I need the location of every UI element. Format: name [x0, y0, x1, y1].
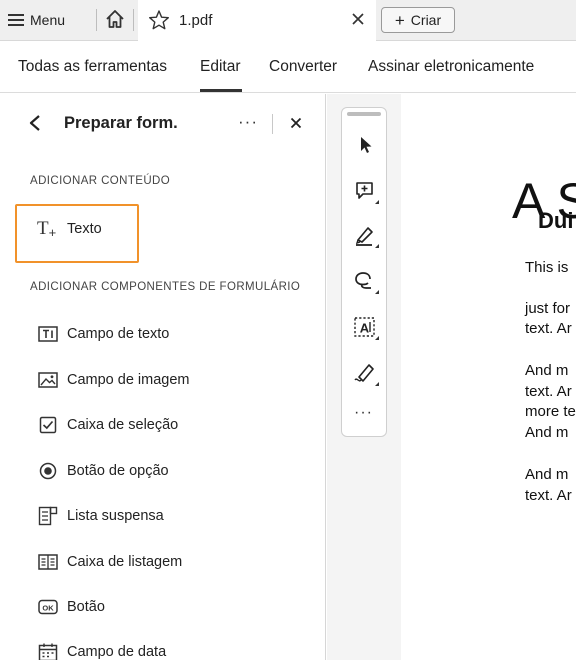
image-field-label: Campo de imagem [67, 372, 190, 388]
add-text-icon: T+ [37, 218, 57, 240]
panel-title: Preparar form. [64, 114, 178, 132]
text-field-label: Campo de texto [67, 326, 170, 342]
document-text-line: And m [525, 424, 569, 441]
active-tab-indicator [200, 89, 242, 92]
select-cursor-icon[interactable] [352, 132, 378, 158]
nav-all-tools[interactable]: Todas as ferramentas [18, 58, 167, 76]
text-recognition-icon[interactable]: A [352, 314, 379, 340]
text-field-icon [38, 324, 58, 344]
button-tool[interactable]: OK Botão [38, 595, 105, 619]
star-icon[interactable] [148, 9, 170, 31]
date-field-label: Campo de data [67, 644, 167, 660]
document-text-line: more te [525, 403, 576, 420]
svg-text:OK: OK [42, 603, 54, 612]
submenu-indicator [375, 336, 379, 340]
radio-button-tool[interactable]: Botão de opção [38, 459, 169, 483]
dropdown-list-icon [38, 506, 58, 526]
add-text-label: Texto [67, 221, 102, 237]
list-box-tool[interactable]: Caixa de listagem [38, 550, 182, 574]
draw-lasso-icon[interactable] [352, 268, 379, 294]
more-options-icon[interactable]: ··· [238, 112, 258, 132]
toolbar-drag-handle[interactable] [347, 112, 381, 116]
image-field-icon [38, 370, 58, 390]
radio-button-label: Botão de opção [67, 463, 169, 479]
close-icon[interactable] [290, 116, 302, 129]
submenu-indicator [375, 382, 379, 386]
list-box-label: Caixa de listagem [67, 554, 183, 570]
document-page: A S Dui This is just for text. Ar And m … [401, 94, 576, 660]
sign-pen-icon[interactable] [352, 360, 379, 386]
prepare-form-panel: Preparar form. ··· ADICIONAR CONTEÚDO T+… [0, 94, 326, 660]
divider [96, 9, 97, 31]
document-text-line: And m [525, 362, 569, 379]
radio-button-icon [38, 461, 58, 481]
close-icon[interactable] [350, 11, 366, 27]
create-label: Criar [410, 12, 442, 28]
tab-title: 1.pdf [179, 12, 213, 29]
list-box-icon [38, 552, 58, 572]
svg-text:A: A [360, 321, 370, 336]
button-label: Botão [67, 599, 105, 615]
image-field-tool[interactable]: Campo de imagem [38, 368, 190, 392]
section-add-form-fields: ADICIONAR COMPONENTES DE FORMULÁRIO [30, 281, 301, 293]
nav-e-sign[interactable]: Assinar eletronicamente [368, 58, 534, 76]
add-text-button[interactable]: T+ Texto [15, 204, 139, 263]
submenu-indicator [375, 290, 379, 294]
document-text-line: This is [525, 259, 569, 276]
nav-convert[interactable]: Converter [269, 58, 337, 76]
date-field-icon [38, 642, 58, 660]
submenu-indicator [375, 200, 379, 204]
date-field-tool[interactable]: Campo de data [38, 640, 166, 660]
text-field-tool[interactable]: Campo de texto [38, 322, 169, 346]
document-text-line: And m [525, 466, 569, 483]
document-text-line: text. Ar [525, 487, 572, 504]
checkbox-label: Caixa de seleção [67, 417, 179, 433]
button-icon: OK [38, 597, 58, 617]
hamburger-icon [8, 14, 24, 26]
document-tab[interactable]: 1.pdf [138, 0, 376, 41]
dropdown-list-tool[interactable]: Lista suspensa [38, 504, 164, 528]
plus-icon: + [394, 10, 405, 30]
divider [133, 9, 134, 31]
more-tools-icon[interactable]: ··· [354, 404, 373, 422]
menu-label: Menu [30, 12, 66, 28]
nav-edit[interactable]: Editar [200, 58, 241, 76]
quick-tools-toolbar: A ··· [341, 107, 387, 437]
top-nav: Todas as ferramentas Editar Converter As… [0, 41, 576, 93]
section-add-content: ADICIONAR CONTEÚDO [30, 175, 171, 187]
home-icon[interactable] [104, 8, 126, 32]
dropdown-list-label: Lista suspensa [67, 508, 164, 524]
document-text-line: just for [525, 300, 571, 317]
add-comment-icon[interactable] [352, 178, 379, 204]
title-bar: Menu 1.pdf + Criar [0, 0, 576, 41]
document-text-line: text. Ar [525, 320, 572, 337]
document-subheading: Dui [538, 208, 574, 233]
back-icon[interactable] [28, 114, 42, 132]
highlight-pen-icon[interactable] [352, 222, 379, 248]
submenu-indicator [375, 244, 379, 248]
checkbox-icon [38, 415, 58, 435]
checkbox-tool[interactable]: Caixa de seleção [38, 413, 178, 437]
create-button[interactable]: + Criar [381, 7, 455, 33]
menu-button[interactable]: Menu [8, 6, 65, 34]
divider [272, 114, 273, 134]
document-text-line: text. Ar [525, 383, 572, 400]
